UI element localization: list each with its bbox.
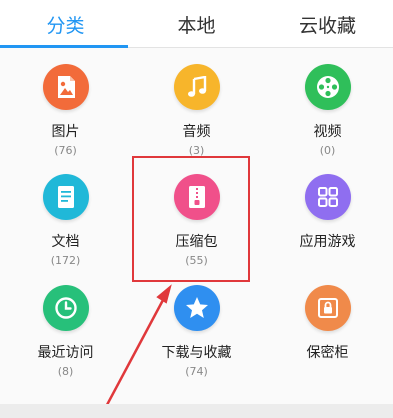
category-count: (172)	[50, 254, 81, 267]
category-recent[interactable]: 最近访问 (8)	[0, 285, 131, 398]
category-vault[interactable]: 保密柜	[262, 285, 393, 398]
category-label: 压缩包	[175, 234, 218, 250]
category-archives[interactable]: 压缩包 (55)	[131, 174, 262, 287]
tab-categories[interactable]: 分类	[0, 0, 131, 48]
category-grid: 图片 (76) 音频 (3) 视频 (0) 文档 (172) 压缩包 (55) …	[0, 48, 393, 418]
category-label: 文档	[51, 234, 80, 250]
bottom-edge	[0, 404, 393, 418]
category-audio[interactable]: 音频 (3)	[131, 64, 262, 177]
category-label: 视频	[313, 124, 342, 140]
category-count: (76)	[54, 144, 77, 157]
category-count: (3)	[188, 144, 205, 157]
category-video[interactable]: 视频 (0)	[262, 64, 393, 177]
tab-local[interactable]: 本地	[131, 0, 262, 48]
category-label: 保密柜	[306, 345, 349, 361]
clock-icon	[42, 285, 89, 331]
category-count: (74)	[185, 365, 208, 378]
film-reel-icon	[304, 64, 351, 110]
category-downloads-favorites[interactable]: 下载与收藏 (74)	[131, 285, 262, 398]
category-count: (55)	[185, 254, 208, 267]
apps-grid-icon	[304, 174, 351, 220]
tab-bar: 分类 本地 云收藏	[0, 0, 393, 48]
file-manager-screen: 分类 本地 云收藏 图片 (76) 音频 (3) 视频 (0) 文档 (172)…	[0, 0, 393, 418]
category-label: 图片	[51, 124, 80, 140]
category-apps-games[interactable]: 应用游戏	[262, 174, 393, 287]
zip-archive-icon	[173, 174, 220, 220]
category-images[interactable]: 图片 (76)	[0, 64, 131, 177]
image-icon	[42, 64, 89, 110]
category-documents[interactable]: 文档 (172)	[0, 174, 131, 287]
document-icon	[42, 174, 89, 220]
safe-lock-icon	[304, 285, 351, 331]
category-count: (8)	[57, 365, 74, 378]
category-label: 下载与收藏	[161, 345, 232, 361]
category-count: (0)	[319, 144, 336, 157]
star-icon	[173, 285, 220, 331]
category-label: 最近访问	[37, 345, 94, 361]
category-label: 应用游戏	[299, 234, 356, 250]
category-label: 音频	[182, 124, 211, 140]
tab-cloud-favorites[interactable]: 云收藏	[262, 0, 393, 48]
music-note-icon	[173, 64, 220, 110]
